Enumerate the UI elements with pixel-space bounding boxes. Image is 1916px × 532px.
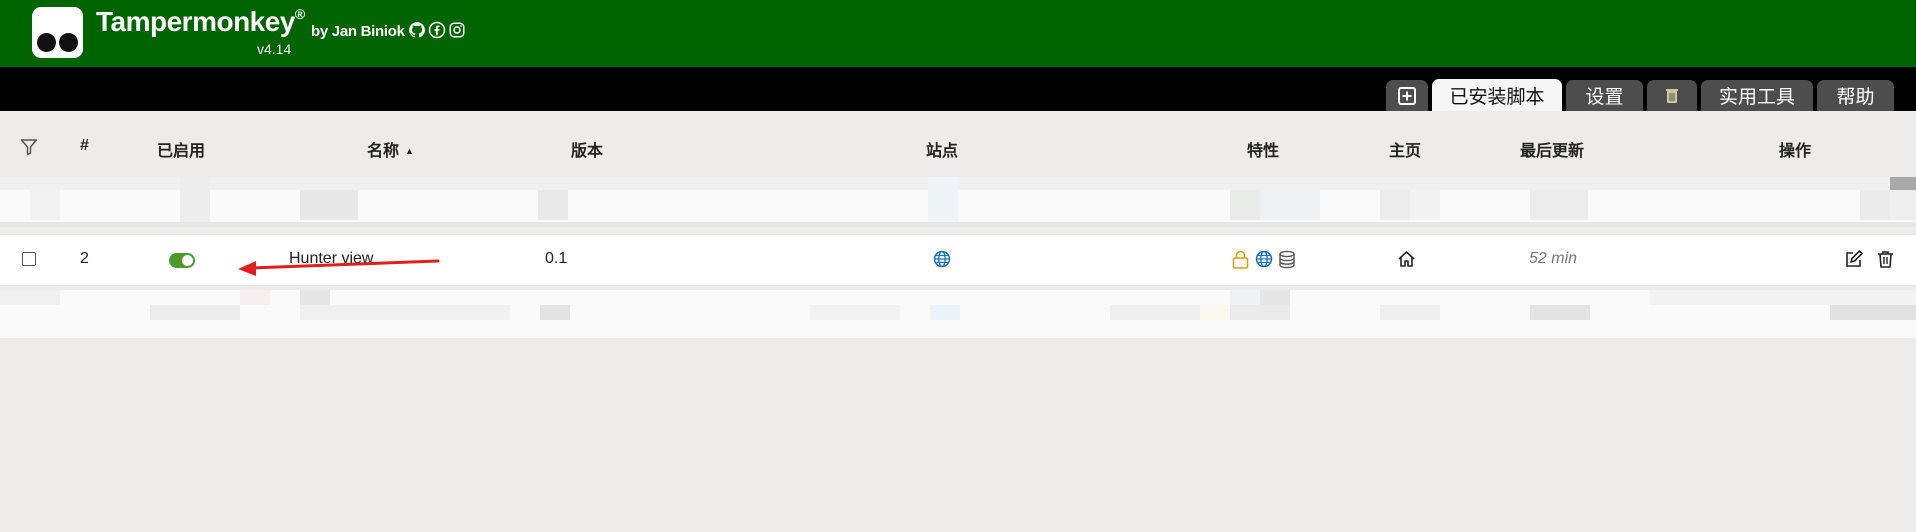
last-updated-value: 52 min [1529, 250, 1578, 267]
app-version: v4.14 [257, 41, 292, 57]
author-byline[interactable]: by Jan Biniok [311, 23, 405, 40]
column-header-index[interactable]: # [80, 137, 89, 155]
github-icon[interactable] [408, 21, 426, 39]
edit-icon[interactable] [1844, 250, 1863, 269]
column-header-features[interactable]: 特性 [1247, 137, 1279, 161]
row-index: 2 [80, 250, 89, 267]
tab-settings-label: 设置 [1585, 87, 1624, 108]
tab-settings[interactable]: 设置 [1566, 80, 1643, 111]
script-enabled-toggle[interactable] [169, 253, 195, 268]
column-header-version[interactable]: 版本 [571, 137, 603, 161]
database-icon [1278, 250, 1296, 269]
blurred-table-row [0, 177, 1916, 227]
tab-help-label: 帮助 [1836, 87, 1875, 108]
globe-icon [933, 250, 951, 268]
column-header-enabled[interactable]: 已启用 [157, 137, 205, 161]
column-header-actions[interactable]: 操作 [1779, 137, 1811, 161]
lock-icon [1232, 250, 1249, 269]
tab-add-script[interactable] [1386, 80, 1428, 111]
tab-utilities-label: 实用工具 [1718, 87, 1795, 108]
column-header-homepage[interactable]: 主页 [1389, 137, 1421, 161]
row-select-checkbox[interactable] [22, 252, 36, 266]
trash-icon[interactable] [1877, 250, 1894, 269]
registered-mark: ® [294, 5, 305, 22]
filter-icon[interactable] [20, 138, 38, 156]
app-title: Tampermonkey® [96, 6, 305, 38]
globe-icon [1255, 250, 1273, 268]
tampermonkey-logo[interactable] [32, 7, 83, 58]
script-version: 0.1 [545, 250, 568, 267]
table-row[interactable] [0, 234, 1916, 286]
tab-installed-scripts-label: 已安装脚本 [1449, 86, 1545, 108]
instagram-icon[interactable] [448, 21, 466, 39]
logo-eye-right [59, 33, 78, 52]
column-header-last-updated[interactable]: 最后更新 [1520, 137, 1584, 161]
column-header-name[interactable]: 名称 ▲ [367, 137, 414, 161]
add-script-icon [1398, 86, 1416, 105]
column-header-sites[interactable]: 站点 [926, 137, 958, 161]
tab-installed-scripts[interactable]: 已安装脚本 [1432, 79, 1562, 111]
facebook-icon[interactable] [428, 21, 446, 39]
script-name-link[interactable]: Hunter view [289, 250, 373, 268]
sort-ascending-icon: ▲ [405, 146, 414, 156]
app-name: Tampermonkey [96, 6, 295, 37]
tab-help[interactable]: 帮助 [1817, 80, 1894, 111]
column-header-name-label: 名称 [367, 143, 400, 160]
tab-utilities[interactable]: 实用工具 [1701, 80, 1813, 111]
trash-icon [1666, 88, 1678, 103]
home-icon[interactable] [1397, 250, 1416, 268]
tab-trash[interactable] [1647, 80, 1697, 111]
blurred-table-row [0, 290, 1916, 338]
logo-eye-left [37, 33, 56, 52]
